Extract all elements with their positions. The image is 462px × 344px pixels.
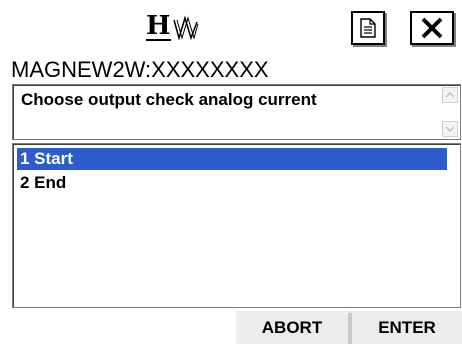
abort-button[interactable]: ABORT: [236, 311, 348, 344]
enter-button[interactable]: ENTER: [352, 311, 462, 344]
scroll-up-button[interactable]: [442, 87, 458, 103]
logo-letter: H: [146, 11, 171, 41]
message-text: Choose output check analog current: [21, 90, 317, 109]
message-box: Choose output check analog current: [12, 84, 461, 140]
scroll-down-button[interactable]: [442, 121, 458, 137]
document-icon: [360, 18, 376, 38]
document-button[interactable]: [351, 11, 385, 45]
close-button[interactable]: [410, 11, 454, 45]
action-bar: ABORT ENTER: [236, 311, 462, 344]
list-item-start[interactable]: 1 Start: [17, 148, 447, 170]
close-icon: [421, 17, 443, 39]
logo: H: [146, 6, 206, 48]
list-item-end[interactable]: 2 End: [17, 172, 447, 194]
chevron-up-icon: [445, 91, 455, 98]
options-list: 1 Start 2 End: [12, 143, 461, 308]
hw-waveform-icon: [172, 15, 199, 40]
device-title: MAGNEW2W:XXXXXXXX: [11, 57, 269, 82]
message-scrollbar[interactable]: [442, 87, 458, 137]
chevron-down-icon: [445, 126, 455, 133]
